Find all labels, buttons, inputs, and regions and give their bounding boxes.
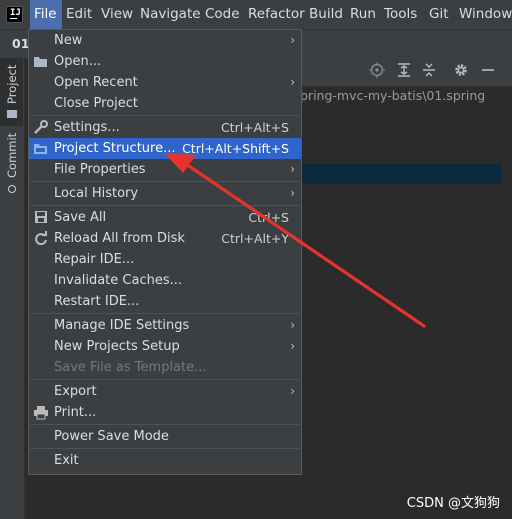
intellij-logo: IJ bbox=[6, 6, 23, 23]
exit-label: Exit bbox=[54, 453, 79, 468]
project-tool-window-tab[interactable]: Project bbox=[0, 58, 23, 126]
chevron-right-icon: › bbox=[290, 318, 295, 332]
commit-tool-window-tab[interactable]: Commit bbox=[0, 132, 23, 200]
chevron-right-icon: › bbox=[290, 75, 295, 89]
left-tool-strip bbox=[0, 58, 25, 519]
settings-label: Settings... bbox=[54, 120, 120, 135]
menu-item-project-structure[interactable]: Project Structure... Ctrl+Alt+Shift+S bbox=[29, 138, 301, 159]
project-structure-icon bbox=[33, 141, 49, 156]
menu-item-file-properties[interactable]: File Properties › bbox=[29, 159, 301, 180]
menu-item-open-recent[interactable]: Open Recent › bbox=[29, 72, 301, 93]
print-label: Print... bbox=[54, 405, 97, 420]
menu-run[interactable]: Run bbox=[346, 0, 380, 29]
menu-item-reload[interactable]: Reload All from Disk Ctrl+Alt+Y bbox=[29, 228, 301, 249]
project-path-text: pring-mvc-my-batis\01.spring bbox=[300, 88, 486, 103]
file-properties-label: File Properties bbox=[54, 162, 146, 177]
save-all-shortcut: Ctrl+S bbox=[248, 210, 289, 225]
save-as-template-label: Save File as Template... bbox=[54, 360, 207, 375]
watermark-text: CSDN @文狗狗 bbox=[406, 496, 500, 511]
selected-tree-row[interactable] bbox=[300, 164, 502, 184]
menu-item-new[interactable]: New › bbox=[29, 30, 301, 51]
local-history-label: Local History bbox=[54, 186, 139, 201]
expand-all-icon[interactable] bbox=[396, 62, 412, 78]
file-menu-dropdown: New › Open... Open Recent › Close Projec… bbox=[28, 29, 302, 475]
collapse-all-icon[interactable] bbox=[421, 62, 437, 78]
restart-ide-label: Restart IDE... bbox=[54, 294, 140, 309]
invalidate-caches-label: Invalidate Caches... bbox=[54, 273, 183, 288]
chevron-right-icon: › bbox=[290, 33, 295, 47]
folder-open-icon bbox=[33, 54, 49, 69]
menu-git[interactable]: Git bbox=[425, 0, 453, 29]
folder-icon bbox=[7, 110, 17, 118]
manage-ide-settings-label: Manage IDE Settings bbox=[54, 318, 190, 333]
menu-edit[interactable]: Edit bbox=[62, 0, 96, 29]
settings-shortcut: Ctrl+Alt+S bbox=[220, 120, 289, 135]
menu-item-power-save-mode[interactable]: Power Save Mode bbox=[29, 426, 301, 447]
menu-separator bbox=[30, 313, 300, 314]
menu-window[interactable]: Window bbox=[455, 0, 512, 29]
menu-separator bbox=[30, 424, 300, 425]
menu-item-print[interactable]: Print... bbox=[29, 402, 301, 423]
close-project-label: Close Project bbox=[54, 96, 139, 111]
menu-item-open[interactable]: Open... bbox=[29, 51, 301, 72]
menu-item-restart-ide[interactable]: Restart IDE... bbox=[29, 291, 301, 312]
open-label: Open... bbox=[54, 54, 102, 69]
menu-item-invalidate-caches[interactable]: Invalidate Caches... bbox=[29, 270, 301, 291]
repair-ide-label: Repair IDE... bbox=[54, 252, 135, 267]
menu-item-export[interactable]: Export › bbox=[29, 381, 301, 402]
open-recent-label: Open Recent bbox=[54, 75, 138, 90]
menu-file[interactable]: File bbox=[30, 0, 62, 29]
printer-icon bbox=[33, 405, 49, 420]
menu-bar: IJ File Edit View Navigate Code Refactor… bbox=[0, 0, 512, 29]
menu-refactor[interactable]: Refactor bbox=[244, 0, 309, 29]
minimize-icon[interactable] bbox=[480, 62, 496, 78]
gear-icon[interactable] bbox=[453, 62, 469, 78]
menu-item-repair-ide[interactable]: Repair IDE... bbox=[29, 249, 301, 270]
menu-item-save-all[interactable]: Save All Ctrl+S bbox=[29, 207, 301, 228]
menu-separator bbox=[30, 181, 300, 182]
new-projects-setup-label: New Projects Setup bbox=[54, 339, 180, 354]
chevron-right-icon: › bbox=[290, 339, 295, 353]
project-structure-label: Project Structure... bbox=[54, 141, 176, 156]
export-label: Export bbox=[54, 384, 97, 399]
wrench-icon bbox=[33, 120, 49, 135]
project-tab-text: Project bbox=[5, 64, 19, 104]
save-icon bbox=[33, 210, 49, 225]
menu-separator bbox=[30, 115, 300, 116]
menu-navigate[interactable]: Navigate bbox=[136, 0, 205, 29]
menu-separator bbox=[30, 205, 300, 206]
menu-separator bbox=[30, 448, 300, 449]
save-all-label: Save All bbox=[54, 210, 107, 225]
menu-item-local-history[interactable]: Local History › bbox=[29, 183, 301, 204]
commit-icon bbox=[8, 185, 16, 193]
menu-build[interactable]: Build bbox=[305, 0, 347, 29]
reload-shortcut: Ctrl+Alt+Y bbox=[221, 231, 289, 246]
chevron-right-icon: › bbox=[290, 162, 295, 176]
menu-separator bbox=[30, 379, 300, 380]
menu-item-exit[interactable]: Exit bbox=[29, 450, 301, 471]
commit-tab-text: Commit bbox=[5, 132, 19, 178]
menu-view[interactable]: View bbox=[97, 0, 137, 29]
chevron-right-icon: › bbox=[290, 384, 295, 398]
menu-item-manage-ide-settings[interactable]: Manage IDE Settings › bbox=[29, 315, 301, 336]
menu-item-save-as-template: Save File as Template... bbox=[29, 357, 301, 378]
new-label: New bbox=[54, 33, 83, 48]
menu-item-new-projects-setup[interactable]: New Projects Setup › bbox=[29, 336, 301, 357]
power-save-mode-label: Power Save Mode bbox=[54, 429, 169, 444]
menu-item-settings[interactable]: Settings... Ctrl+Alt+S bbox=[29, 117, 301, 138]
chevron-right-icon: › bbox=[290, 186, 295, 200]
project-structure-shortcut: Ctrl+Alt+Shift+S bbox=[182, 141, 289, 156]
menu-code[interactable]: Code bbox=[201, 0, 244, 29]
menu-item-close-project[interactable]: Close Project bbox=[29, 93, 301, 114]
locate-icon[interactable] bbox=[369, 62, 385, 78]
reload-label: Reload All from Disk bbox=[54, 231, 185, 246]
reload-icon bbox=[33, 231, 49, 246]
menu-tools[interactable]: Tools bbox=[380, 0, 421, 29]
